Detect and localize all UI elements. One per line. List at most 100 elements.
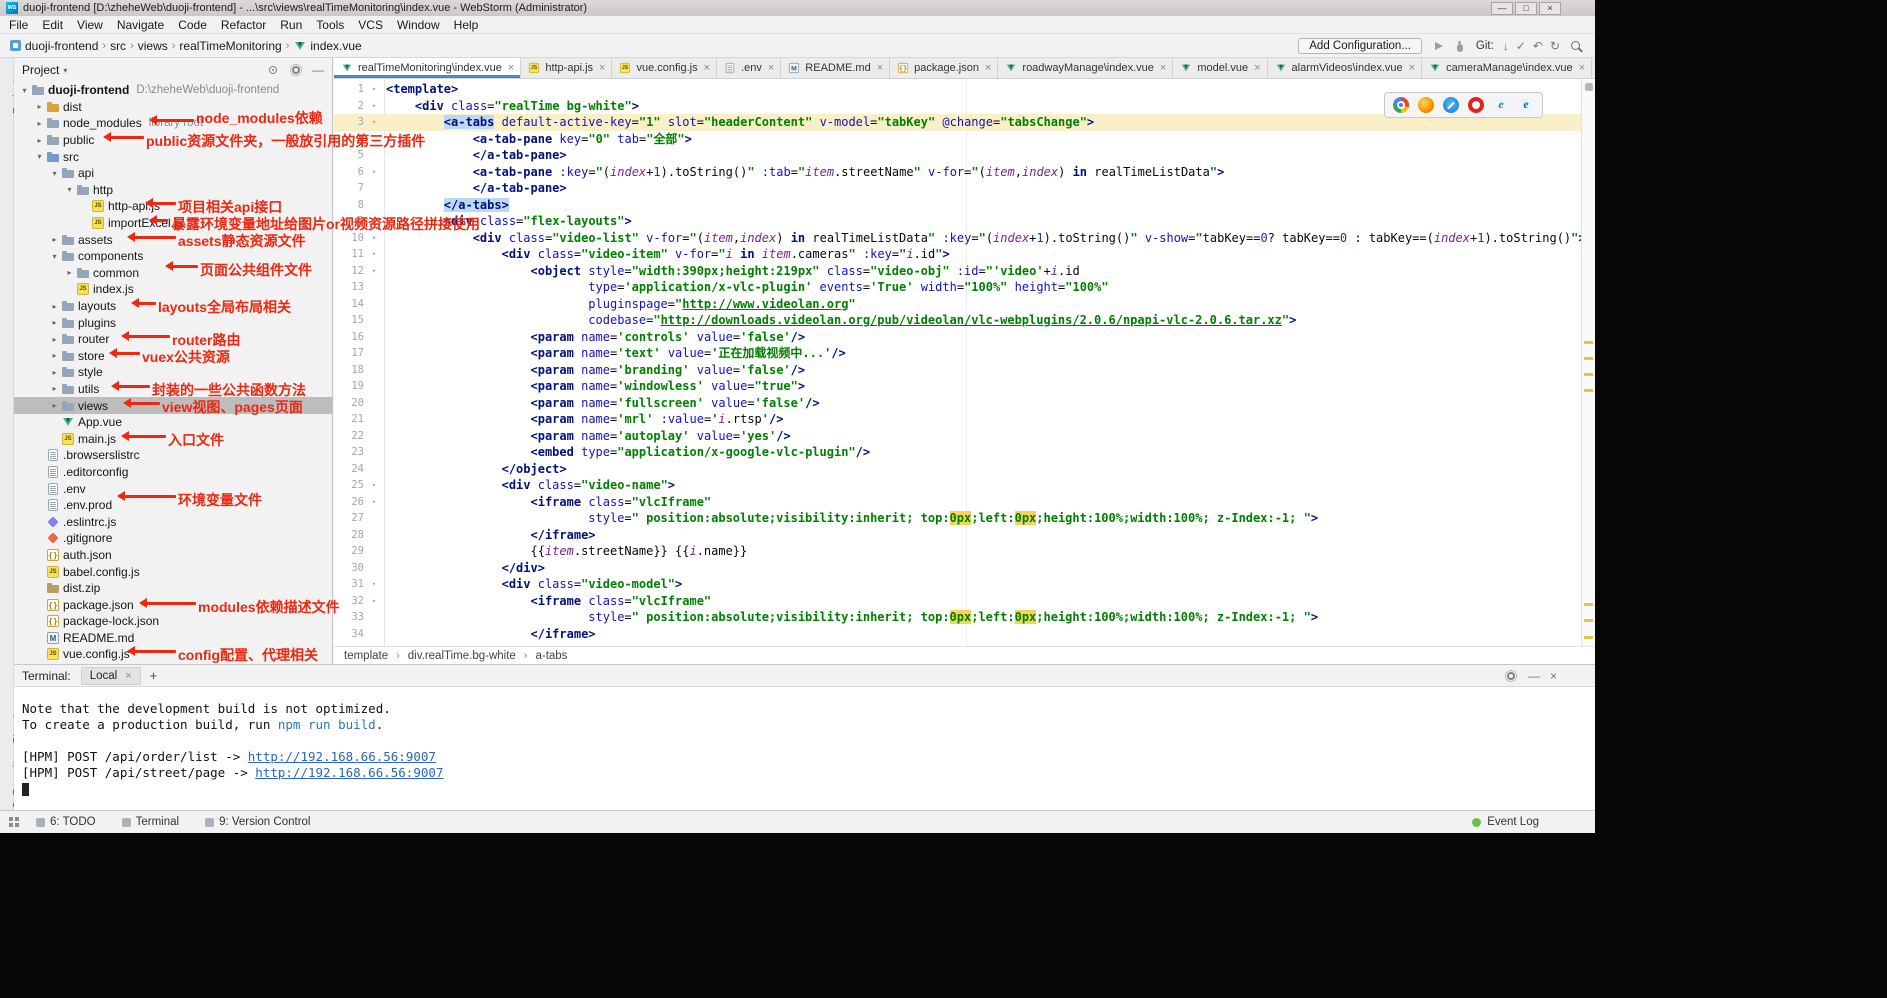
breadcrumb-template[interactable]: template xyxy=(344,650,388,662)
menu-refactor[interactable]: Refactor xyxy=(214,18,273,32)
tree-item-editorconfig[interactable]: .editorconfig xyxy=(14,464,332,481)
maximize-button[interactable]: □ xyxy=(1515,2,1537,15)
terminal-settings-gear-icon[interactable] xyxy=(1504,669,1518,683)
tree-item-main-js[interactable]: main.js xyxy=(14,430,332,447)
debug-icon[interactable] xyxy=(1453,39,1467,53)
project-panel-title[interactable]: Project xyxy=(22,63,59,77)
tree-item-router[interactable]: ▸router xyxy=(14,331,332,348)
close-tab-icon[interactable]: × xyxy=(599,62,605,74)
tree-item-assets[interactable]: ▸assets xyxy=(14,231,332,248)
search-icon[interactable] xyxy=(1569,39,1583,53)
tree-item-eslintrc-js[interactable]: .eslintrc.js xyxy=(14,513,332,530)
firefox-browser-icon[interactable] xyxy=(1418,97,1434,113)
project-settings-gear-icon[interactable] xyxy=(289,63,303,77)
tree-item-http-api-js[interactable]: http-api.js xyxy=(14,198,332,215)
breadcrumb-a-tabs[interactable]: a-tabs xyxy=(535,650,567,662)
tree-item-src[interactable]: ▾src xyxy=(14,148,332,165)
terminal-output[interactable]: Note that the development build is not o… xyxy=(14,687,1595,797)
status-event-log[interactable]: Event Log xyxy=(1472,816,1539,828)
minimize-button[interactable]: — xyxy=(1491,2,1513,15)
tree-item-browserslistrc[interactable]: .browserslistrc xyxy=(14,447,332,464)
breadcrumb-div-realtime-bg-white[interactable]: div.realTime.bg-white xyxy=(408,650,516,662)
tree-item-utils[interactable]: ▸utils xyxy=(14,381,332,398)
editor-tab-realtimemonitoring-index-vue[interactable]: realTimeMonitoring\index.vue× xyxy=(334,58,521,78)
editor-stripe[interactable] xyxy=(1581,79,1595,646)
tree-item-style[interactable]: ▸style xyxy=(14,364,332,381)
tree-item-package-json[interactable]: package.json xyxy=(14,596,332,613)
close-tab-icon[interactable]: × xyxy=(1254,62,1260,74)
close-panel-icon[interactable]: × xyxy=(1550,669,1557,683)
close-tab-icon[interactable]: × xyxy=(1160,62,1166,74)
menu-run[interactable]: Run xyxy=(273,18,309,32)
tree-item-env[interactable]: .env xyxy=(14,480,332,497)
tree-item-app-vue[interactable]: App.vue xyxy=(14,414,332,431)
terminal-link[interactable]: http://192.168.66.56:9007 xyxy=(248,749,436,764)
tree-item-api[interactable]: ▾api xyxy=(14,165,332,182)
git-commit-icon[interactable]: ✓ xyxy=(1516,39,1526,53)
tree-item-index-js[interactable]: index.js xyxy=(14,281,332,298)
terminal-link[interactable]: http://192.168.66.56:9007 xyxy=(255,765,443,780)
terminal-tab-local[interactable]: Local × xyxy=(81,667,141,685)
breadcrumb-duoji-frontend[interactable]: duoji-frontend xyxy=(8,39,98,53)
tree-item-common[interactable]: ▸common xyxy=(14,265,332,282)
minimize-panel-icon[interactable]: — xyxy=(1528,669,1540,683)
menu-view[interactable]: View xyxy=(70,18,110,32)
git-revert-icon[interactable]: ↶ xyxy=(1533,39,1543,53)
editor-tab-package-json[interactable]: package.json× xyxy=(890,58,998,78)
close-tab-icon[interactable]: × xyxy=(1409,62,1415,74)
close-tab-icon[interactable]: × xyxy=(768,62,774,74)
editor-tab-roadwaymanage-index-vue[interactable]: roadwayManage\index.vue× xyxy=(998,58,1173,78)
ie-browser-icon[interactable] xyxy=(1493,97,1509,113)
menu-window[interactable]: Window xyxy=(390,18,447,32)
tree-item-importexcel-js[interactable]: importExcel.js xyxy=(14,215,332,232)
tree-item-store[interactable]: ▸store xyxy=(14,348,332,365)
tree-item-views[interactable]: ▸views xyxy=(14,397,332,414)
editor-tab-http-api-js[interactable]: http-api.js× xyxy=(521,58,612,78)
tree-item-env-prod[interactable]: .env.prod xyxy=(14,497,332,514)
safari-browser-icon[interactable] xyxy=(1443,97,1459,113)
breadcrumb-index-vue[interactable]: index.vue xyxy=(293,39,361,53)
tree-item-node-modules[interactable]: ▸node_moduleslibrary root xyxy=(14,115,332,132)
menu-help[interactable]: Help xyxy=(447,18,486,32)
new-terminal-button[interactable]: + xyxy=(150,668,158,683)
add-configuration-button[interactable]: Add Configuration... xyxy=(1298,38,1422,54)
history-icon[interactable]: ↻ xyxy=(1550,39,1560,53)
tree-item-vue-config-js[interactable]: vue.config.js xyxy=(14,646,332,663)
toolwindow-switcher-icon[interactable] xyxy=(8,816,20,828)
tree-item-layouts[interactable]: ▸layouts xyxy=(14,298,332,315)
editor-tab-vue-config-js[interactable]: vue.config.js× xyxy=(612,58,717,78)
tree-item-components[interactable]: ▾components xyxy=(14,248,332,265)
opera-browser-icon[interactable] xyxy=(1468,97,1484,113)
tree-item-babel-config-js[interactable]: babel.config.js xyxy=(14,563,332,580)
status-6-todo[interactable]: 6: TODO xyxy=(36,816,96,828)
breadcrumb-views[interactable]: views xyxy=(138,39,168,53)
close-button[interactable]: × xyxy=(1539,2,1561,15)
inspection-status-icon[interactable] xyxy=(1585,83,1593,91)
tree-item-auth-json[interactable]: auth.json xyxy=(14,547,332,564)
editor-tab-readme-md[interactable]: README.md× xyxy=(781,58,890,78)
editor-tab-cameramanage-index-vue[interactable]: cameraManage\index.vue× xyxy=(1422,58,1592,78)
tree-item-duoji-frontend[interactable]: ▾duoji-frontendD:\zheheWeb\duoji-fronten… xyxy=(14,82,332,99)
menu-edit[interactable]: Edit xyxy=(35,18,70,32)
git-update-icon[interactable]: ↓ xyxy=(1503,39,1509,53)
menu-tools[interactable]: Tools xyxy=(309,18,351,32)
tree-item-plugins[interactable]: ▸plugins xyxy=(14,314,332,331)
status-9-version-control[interactable]: 9: Version Control xyxy=(205,816,310,828)
chevron-down-icon[interactable]: ▾ xyxy=(63,66,67,75)
tree-item-gitignore[interactable]: .gitignore xyxy=(14,530,332,547)
tree-item-dist-zip[interactable]: dist.zip xyxy=(14,580,332,597)
tree-item-public[interactable]: ▸public xyxy=(14,132,332,149)
menu-navigate[interactable]: Navigate xyxy=(110,18,171,32)
tree-item-http[interactable]: ▾http xyxy=(14,182,332,199)
close-tab-icon[interactable]: × xyxy=(508,62,514,74)
tree-item-readme-md[interactable]: README.md xyxy=(14,630,332,647)
menu-code[interactable]: Code xyxy=(171,18,214,32)
chrome-browser-icon[interactable] xyxy=(1393,97,1409,113)
close-tab-icon[interactable]: × xyxy=(1579,62,1585,74)
editor-tab-model-vue[interactable]: model.vue× xyxy=(1173,58,1267,78)
status-terminal[interactable]: Terminal xyxy=(122,816,179,828)
edge-browser-icon[interactable] xyxy=(1518,97,1534,113)
close-tab-icon[interactable]: × xyxy=(704,62,710,74)
close-icon[interactable]: × xyxy=(125,670,131,682)
locate-file-icon[interactable] xyxy=(266,63,280,77)
